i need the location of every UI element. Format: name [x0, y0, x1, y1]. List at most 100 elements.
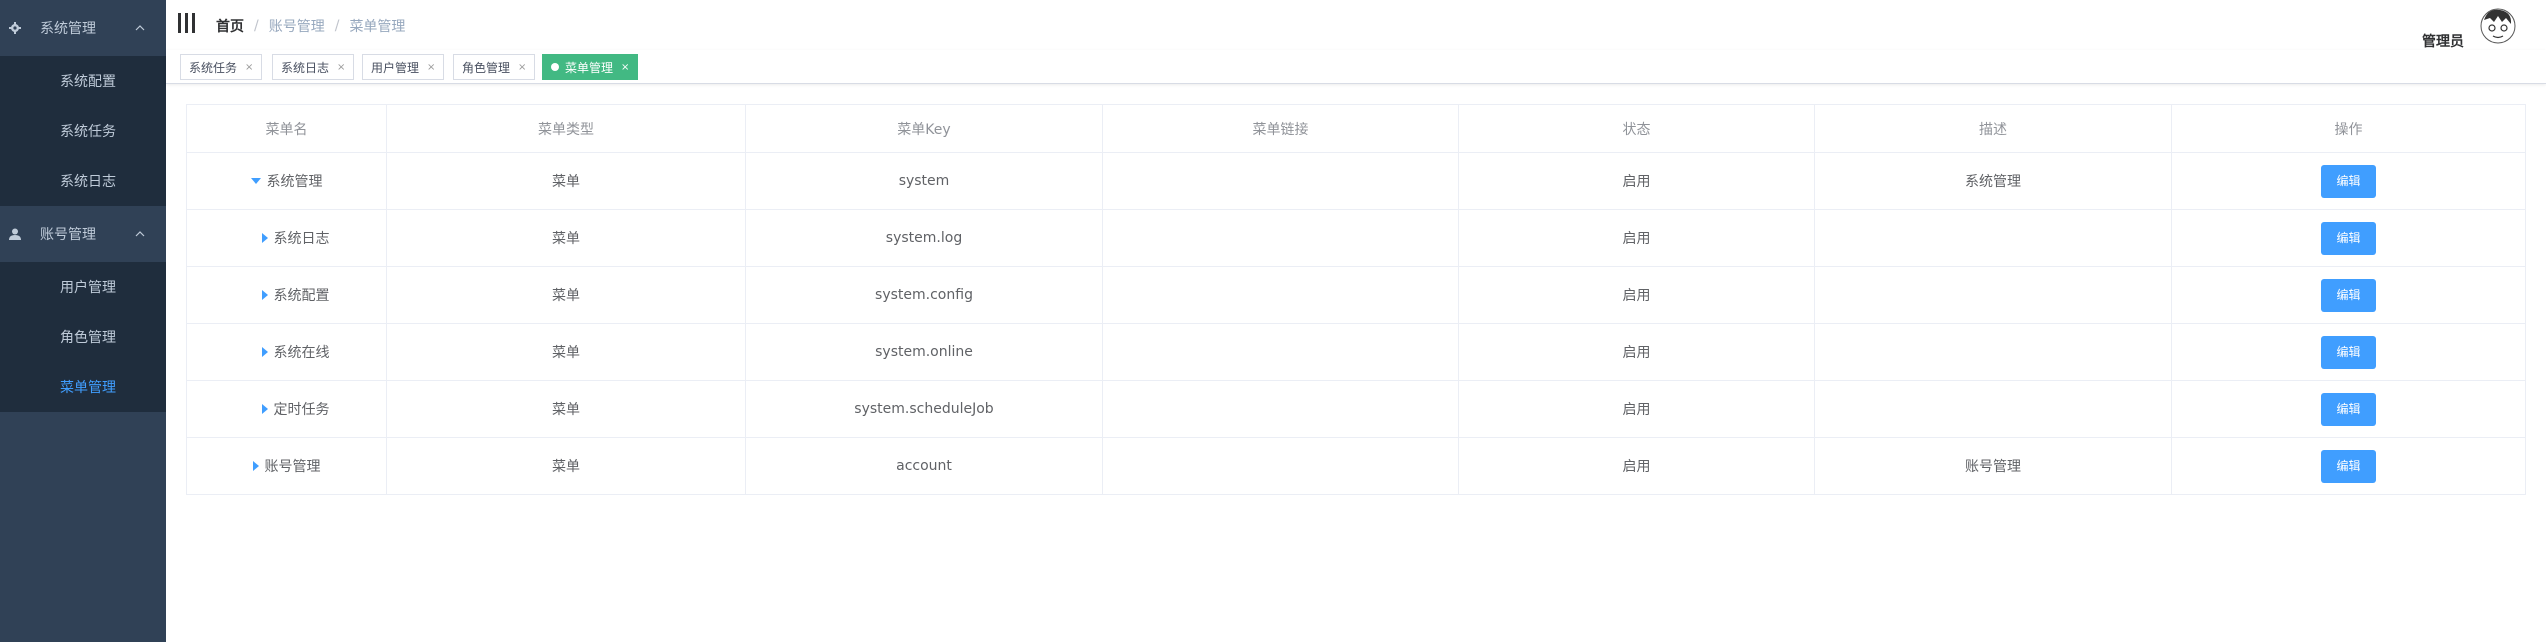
- sidebar-submenu-account: 用户管理 角色管理 菜单管理: [0, 262, 166, 412]
- menu-link: [1102, 380, 1459, 438]
- close-icon[interactable]: ×: [427, 62, 435, 73]
- menu-desc: [1814, 266, 2172, 324]
- hamburger-icon[interactable]: [178, 13, 198, 35]
- menu-desc: 系统管理: [1814, 152, 2172, 210]
- menu-link: [1102, 152, 1459, 210]
- edit-button[interactable]: 编辑: [2321, 449, 2376, 483]
- sidebar-item-system-log[interactable]: 系统日志: [0, 156, 166, 206]
- menu-type: 菜单: [386, 266, 746, 324]
- avatar[interactable]: [2478, 6, 2518, 46]
- tag-user-management[interactable]: 用户管理 ×: [362, 54, 445, 80]
- sidebar-item-system-config[interactable]: 系统配置: [0, 56, 166, 106]
- menu-table: 菜单名 菜单类型 菜单Key 菜单链接 状态 描述 操作 系统管理 菜单 sys…: [186, 104, 2526, 495]
- column-header: 操作: [2171, 104, 2526, 153]
- menu-name: 定时任务: [273, 402, 330, 418]
- tag-label: 系统任务: [189, 60, 238, 75]
- edit-button[interactable]: 编辑: [2321, 335, 2376, 369]
- menu-link: [1102, 266, 1459, 324]
- sidebar-item-user-management[interactable]: 用户管理: [0, 262, 166, 312]
- close-icon[interactable]: ×: [245, 62, 253, 73]
- active-dot-icon: [551, 63, 559, 71]
- edit-button[interactable]: 编辑: [2321, 278, 2376, 312]
- menu-link: [1102, 209, 1459, 267]
- tag-system-task[interactable]: 系统任务 ×: [180, 54, 263, 80]
- menu-status: 启用: [1458, 380, 1815, 438]
- menu-name: 系统在线: [273, 345, 330, 361]
- menu-status: 启用: [1458, 323, 1815, 381]
- column-header: 菜单名: [186, 104, 387, 153]
- menu-key: system: [745, 152, 1103, 210]
- tag-label: 用户管理: [371, 60, 420, 75]
- sidebar-group-system[interactable]: 系统管理: [0, 0, 166, 56]
- sidebar-group-label: 账号管理: [40, 227, 96, 243]
- tag-label: 角色管理: [462, 60, 511, 75]
- menu-type: 菜单: [386, 209, 746, 267]
- table-row: 系统在线 菜单 system.online 启用 编辑: [186, 323, 2526, 381]
- menu-key: system.online: [745, 323, 1103, 381]
- menu-key: system.log: [745, 209, 1103, 267]
- menu-status: 启用: [1458, 152, 1815, 210]
- breadcrumb-separator: /: [334, 18, 340, 34]
- column-header: 状态: [1458, 104, 1815, 153]
- menu-link: [1102, 437, 1459, 495]
- menu-name: 系统管理: [266, 174, 323, 190]
- tags-view: 系统任务 × 系统日志 × 用户管理 × 角色管理 × 菜单管理 ×: [166, 50, 2546, 84]
- sidebar-submenu-system: 系统配置 系统任务 系统日志: [0, 56, 166, 206]
- menu-key: system.config: [745, 266, 1103, 324]
- gear-icon: [8, 21, 22, 35]
- menu-status: 启用: [1458, 437, 1815, 495]
- menu-key: account: [745, 437, 1103, 495]
- user-icon: [8, 227, 22, 241]
- edit-button[interactable]: 编辑: [2321, 164, 2376, 198]
- top-navbar: 首页 / 账号管理 / 菜单管理 管理员: [166, 0, 2546, 50]
- menu-key: system.scheduleJob: [745, 380, 1103, 438]
- sidebar-group-account[interactable]: 账号管理: [0, 206, 166, 262]
- column-header: 菜单链接: [1102, 104, 1459, 153]
- tag-label: 菜单管理: [565, 60, 614, 75]
- sidebar-item-role-management[interactable]: 角色管理: [0, 312, 166, 362]
- table-row: 定时任务 菜单 system.scheduleJob 启用 编辑: [186, 380, 2526, 438]
- menu-name: 系统配置: [273, 288, 330, 304]
- menu-type: 菜单: [386, 437, 746, 495]
- close-icon[interactable]: ×: [337, 62, 345, 73]
- expand-caret-icon[interactable]: [252, 461, 259, 471]
- breadcrumb: 首页 / 账号管理 / 菜单管理: [216, 16, 405, 36]
- breadcrumb-account: 账号管理: [268, 19, 325, 35]
- column-header: 菜单类型: [386, 104, 746, 153]
- sidebar-item-system-task[interactable]: 系统任务: [0, 106, 166, 156]
- user-name[interactable]: 管理员: [2422, 31, 2464, 51]
- edit-button[interactable]: 编辑: [2321, 221, 2376, 255]
- tag-role-management[interactable]: 角色管理 ×: [453, 54, 536, 80]
- table-row: 系统配置 菜单 system.config 启用 编辑: [186, 266, 2526, 324]
- expand-caret-icon[interactable]: [250, 178, 261, 184]
- edit-button[interactable]: 编辑: [2321, 392, 2376, 426]
- expand-caret-icon[interactable]: [261, 233, 268, 243]
- close-icon[interactable]: ×: [621, 62, 629, 73]
- expand-caret-icon[interactable]: [261, 404, 268, 414]
- menu-status: 启用: [1458, 209, 1815, 267]
- menu-type: 菜单: [386, 152, 746, 210]
- menu-name: 系统日志: [273, 231, 330, 247]
- tag-system-log[interactable]: 系统日志 ×: [272, 54, 355, 80]
- menu-name: 账号管理: [264, 459, 321, 475]
- chevron-up-icon: [132, 226, 148, 242]
- menu-link: [1102, 323, 1459, 381]
- expand-caret-icon[interactable]: [261, 290, 268, 300]
- menu-desc: 账号管理: [1814, 437, 2172, 495]
- menu-desc: [1814, 209, 2172, 267]
- breadcrumb-separator: /: [254, 18, 259, 34]
- breadcrumb-menu-management: 菜单管理: [349, 19, 406, 35]
- chevron-up-icon: [132, 20, 148, 36]
- table-row: 系统管理 菜单 system 启用 系统管理 编辑: [186, 152, 2526, 210]
- table-row: 系统日志 菜单 system.log 启用 编辑: [186, 209, 2526, 267]
- menu-desc: [1814, 380, 2172, 438]
- expand-caret-icon[interactable]: [261, 347, 268, 357]
- breadcrumb-home[interactable]: 首页: [216, 16, 244, 36]
- sidebar: 系统管理 系统配置 系统任务 系统日志 账号管理 用户管理 角色管理 菜单管理: [0, 0, 166, 642]
- close-icon[interactable]: ×: [518, 62, 526, 73]
- tag-menu-management[interactable]: 菜单管理 ×: [542, 54, 639, 80]
- menu-type: 菜单: [386, 380, 746, 438]
- sidebar-item-menu-management[interactable]: 菜单管理: [0, 362, 166, 412]
- sidebar-group-label: 系统管理: [40, 21, 96, 37]
- menu-desc: [1814, 323, 2172, 381]
